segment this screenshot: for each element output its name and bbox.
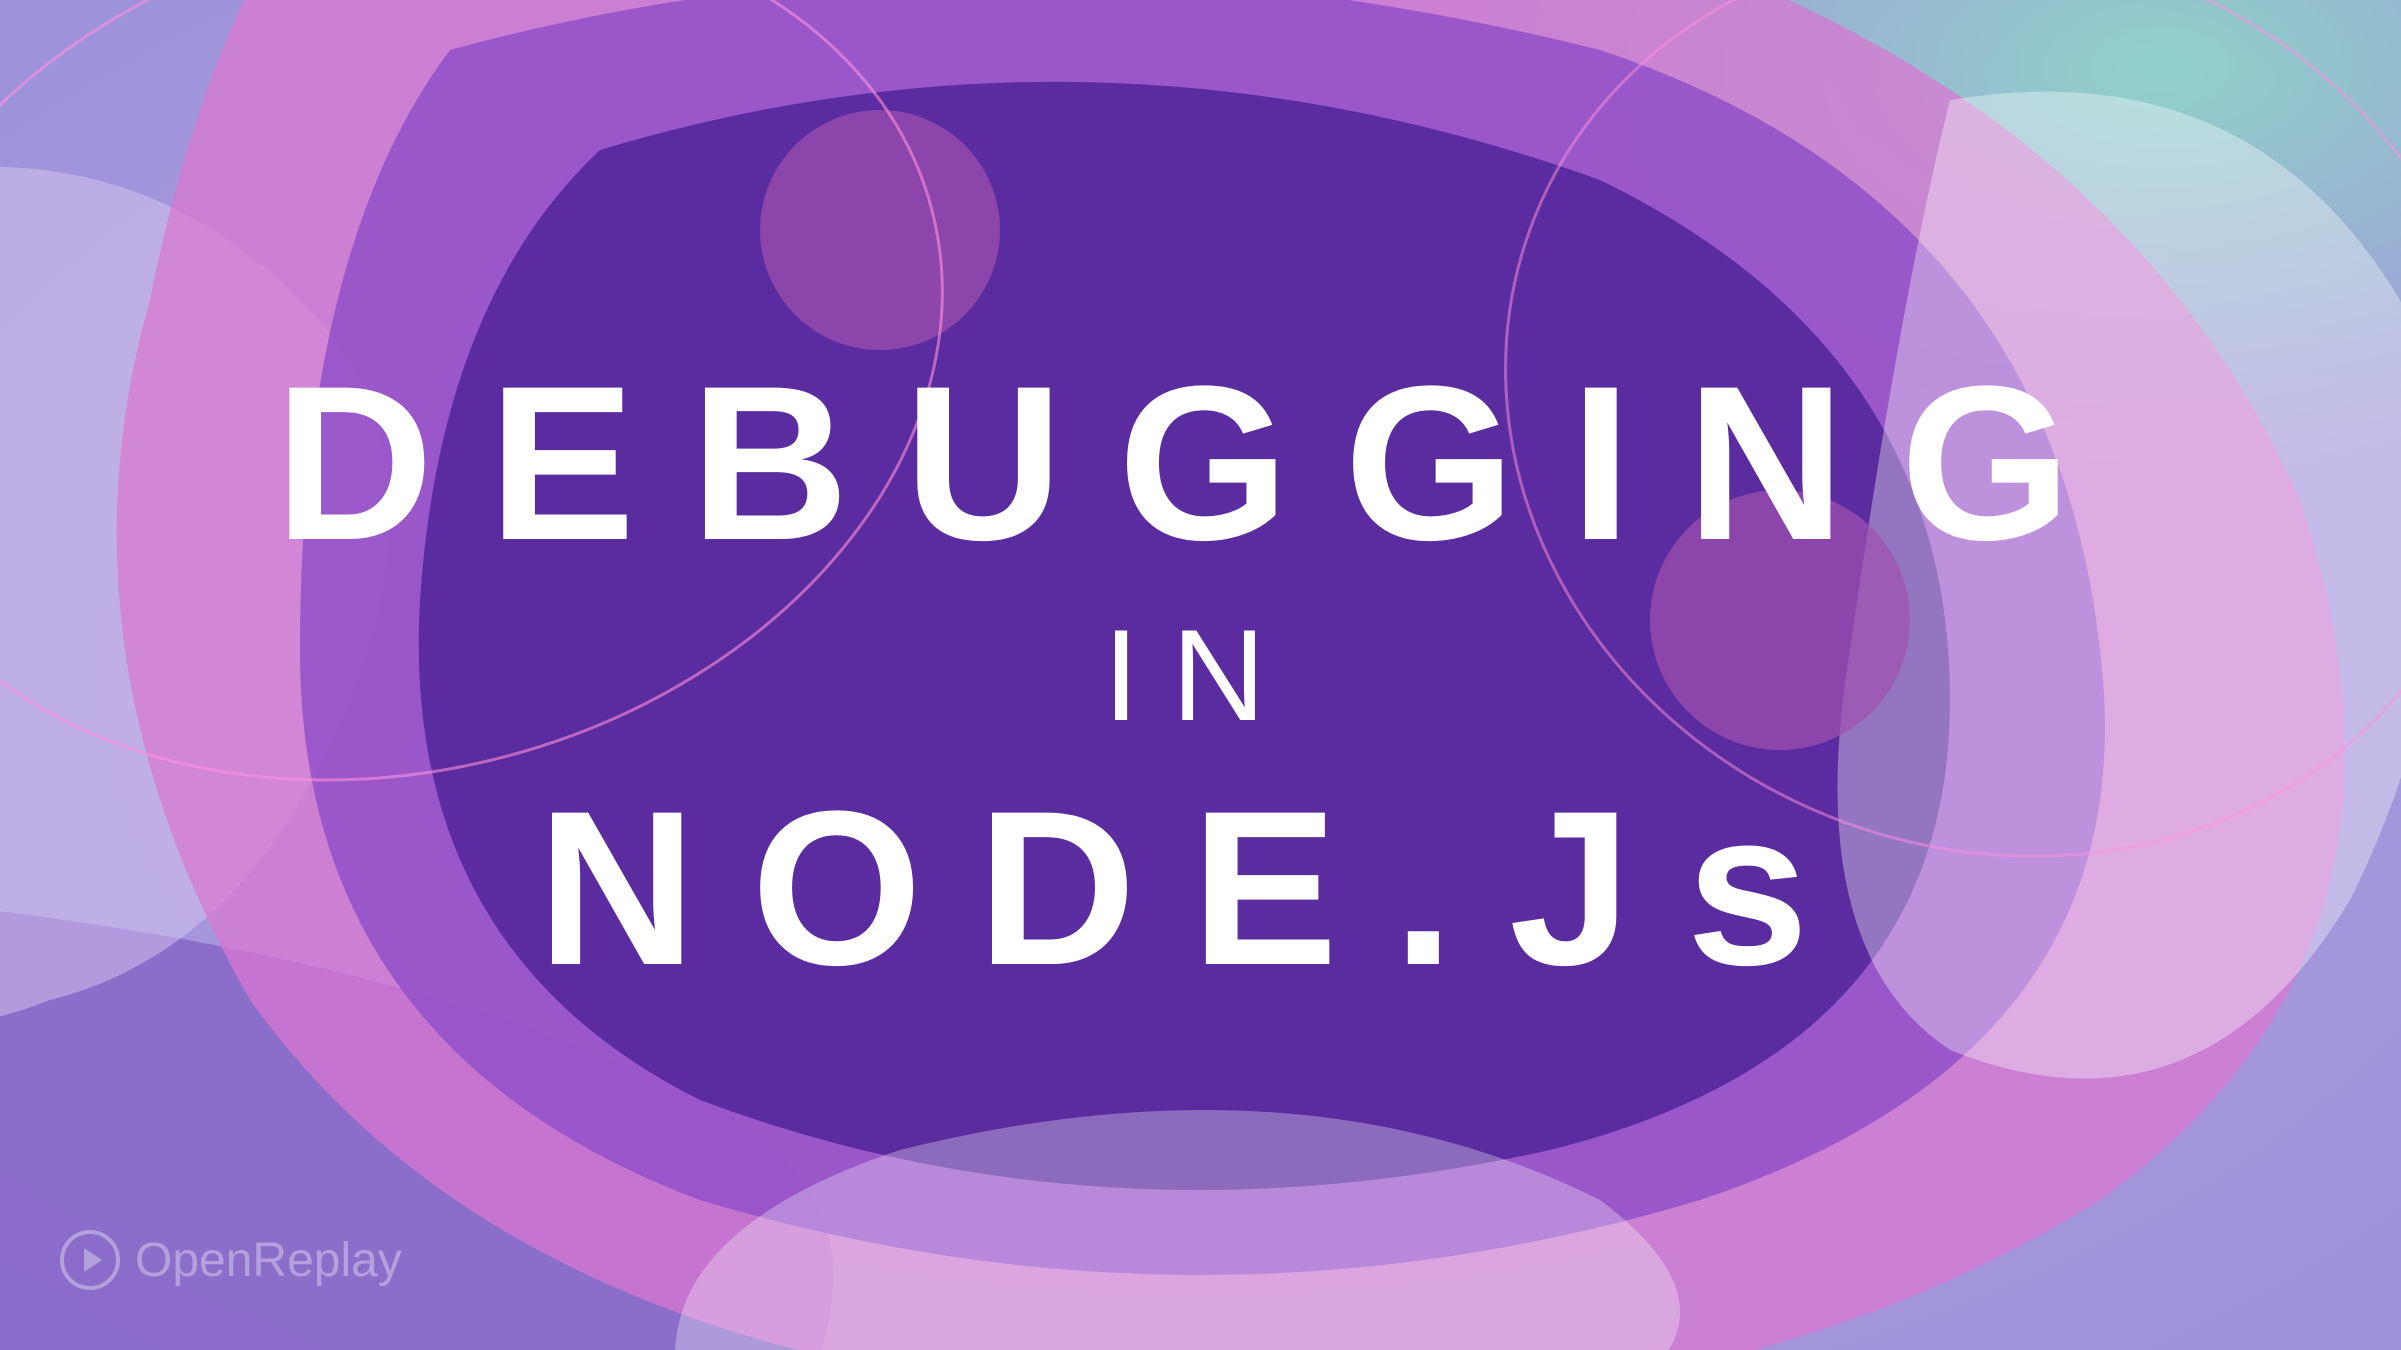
title-line-3: NODE.Js xyxy=(537,767,1863,1009)
watermark-text: OpenReplay xyxy=(135,1233,402,1288)
watermark: OpenReplay xyxy=(60,1230,402,1290)
hero-banner: DEBUGGING IN NODE.Js OpenReplay xyxy=(0,0,2401,1350)
title-line-1: DEBUGGING xyxy=(275,342,2127,584)
title-group: DEBUGGING IN NODE.Js xyxy=(0,0,2401,1350)
play-icon xyxy=(60,1230,120,1290)
title-line-2: IN xyxy=(1103,604,1298,747)
